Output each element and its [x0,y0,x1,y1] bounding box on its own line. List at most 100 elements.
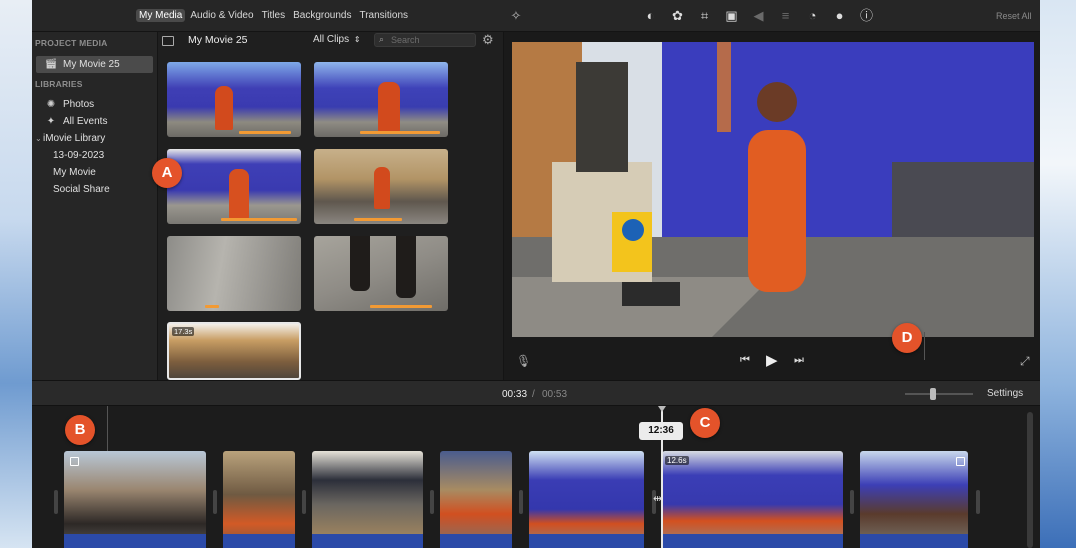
sidebar-item-label: 13-09-2023 [53,150,105,161]
audio-waveform [440,534,512,548]
tab-backgrounds[interactable]: Backgrounds [290,9,354,22]
used-marker [354,218,402,221]
clip-trim-handle[interactable] [213,490,217,514]
chevron-updown-icon: ⇕ [353,35,361,44]
media-thumbnail[interactable] [314,62,448,137]
media-thumbnail[interactable] [167,236,301,311]
media-thumbnail[interactable] [167,149,301,224]
timeline-clip[interactable] [440,451,512,548]
desktop-wallpaper-right [1040,0,1076,548]
used-marker [221,218,297,221]
used-marker [205,305,219,308]
libraries-header: LIBRARIES [35,79,83,89]
fullscreen-icon[interactable]: ⤢ [1020,354,1030,369]
clip-filter-dropdown[interactable]: All Clips ⇕ [313,34,361,45]
clip-trim-handle[interactable] [54,490,58,514]
timeline-clip[interactable] [529,451,644,548]
microphone-icon[interactable]: 🎙︎ [516,354,531,368]
thumbnail-subject [215,86,233,130]
audio-waveform [662,534,843,548]
callout-d: D [892,323,922,353]
sidebar-item-label: Social Share [53,184,110,195]
search-field[interactable]: ⌕ Search [374,33,476,47]
clip-trim-handle[interactable] [850,490,854,514]
reset-all-button[interactable]: Reset All [996,11,1032,21]
media-browser: My Movie 25 All Clips ⇕ ⌕ Search ⚙ 17.3s [158,32,503,380]
sidebar-item-social-share[interactable]: Social Share [32,181,157,198]
speed-icon[interactable]: ◔ [804,7,821,24]
timeline-clip[interactable] [223,451,295,548]
photos-icon: ✺ [46,99,56,110]
timeline-zoom-slider[interactable] [905,388,973,400]
audio-waveform [860,534,968,548]
skip-forward-icon[interactable]: ⏭︎ [794,354,804,367]
sidebar-item-all-events[interactable]: ✦ All Events [32,113,157,130]
clip-checkbox-icon[interactable] [70,457,79,466]
callout-b: B [65,415,95,445]
sidebar-item-photos[interactable]: ✺ Photos [32,96,157,113]
project-media-header: PROJECT MEDIA [35,38,108,48]
noise-reduction-icon[interactable]: ● [831,7,848,24]
audio-waveform [312,534,423,548]
sidebar-item-project[interactable]: 🎬︎ My Movie 25 [36,56,153,73]
video-preview [512,42,1034,337]
timeline-clip[interactable] [860,451,968,548]
tab-titles[interactable]: Titles [259,9,289,22]
timeline-clip[interactable] [312,451,423,548]
equalizer-icon[interactable]: ≡ [777,7,794,24]
clip-filter-value: All Clips [313,34,350,45]
callout-b-leader [107,406,108,454]
clip-trim-handle[interactable] [976,490,980,514]
zoom-slider-knob[interactable] [929,388,936,400]
media-thumbnail[interactable] [314,149,448,224]
trim-cursor-icon: ⇹ [653,493,663,505]
thumbnail-subject [378,82,400,132]
clip-trim-handle[interactable] [519,490,523,514]
clip-checkbox-icon[interactable] [956,457,965,466]
thumbnail-subject [374,167,390,209]
timeline-clip[interactable] [64,451,206,548]
magic-wand-icon[interactable]: ✧ [508,8,524,24]
crop-icon[interactable]: ⌗ [696,7,713,24]
sidebar-item-library[interactable]: ⌄ iMovie Library [32,130,157,147]
sidebar-toggle-icon[interactable] [162,36,174,46]
sidebar-item-label: Photos [63,99,95,110]
video-frame [512,42,1034,337]
search-placeholder: Search [391,35,420,45]
color-correction-icon[interactable]: ✿ [669,7,686,24]
tab-my-media[interactable]: My Media [136,9,186,22]
time-separator: / [532,389,535,400]
total-time: 00:53 [542,389,568,400]
tab-transitions[interactable]: Transitions [356,9,411,22]
library-sidebar: PROJECT MEDIA 🎬︎ My Movie 25 LIBRARIES ✺… [32,32,158,380]
play-icon[interactable]: ▶ [766,351,778,369]
timeline-header: 00:33 / 00:53 Settings [32,380,1040,406]
info-icon[interactable]: ⓘ [858,7,875,24]
timeline-scrollbar[interactable] [1027,412,1033,548]
sidebar-item-my-movie[interactable]: My Movie [32,164,157,181]
timeline-clip-selected[interactable]: 12.6s [662,451,843,548]
media-thumbnail-selected[interactable]: 17.3s [167,322,301,380]
clip-trim-handle[interactable] [430,490,434,514]
timeline-settings-button[interactable]: Settings [987,388,1023,399]
media-thumbnail[interactable] [167,62,301,137]
settings-gear-icon[interactable]: ⚙ [482,32,494,48]
thumbnail-subject [396,236,416,298]
thumbnail-subject [350,236,370,291]
audio-waveform [529,534,644,548]
playhead-marker-icon [658,406,666,412]
stabilization-icon[interactable]: ▣ [723,7,740,24]
used-marker [239,131,291,134]
clip-trim-handle[interactable] [302,490,306,514]
sidebar-item-label: iMovie Library [43,133,106,144]
browser-header: My Movie 25 All Clips ⇕ ⌕ Search ⚙ [158,32,503,52]
volume-icon[interactable]: ◀ [750,7,767,24]
tab-audio-video[interactable]: Audio & Video [187,9,256,22]
callout-d-leader [924,332,925,360]
sidebar-item-event-date[interactable]: 13-09-2023 [32,147,157,164]
skip-back-icon[interactable]: ⏮︎ [740,354,750,367]
media-thumbnail[interactable] [314,236,448,311]
callout-c: C [690,408,720,438]
color-balance-icon[interactable]: ◐ [642,7,659,24]
disclosure-triangle-icon[interactable]: ⌄ [35,134,43,143]
